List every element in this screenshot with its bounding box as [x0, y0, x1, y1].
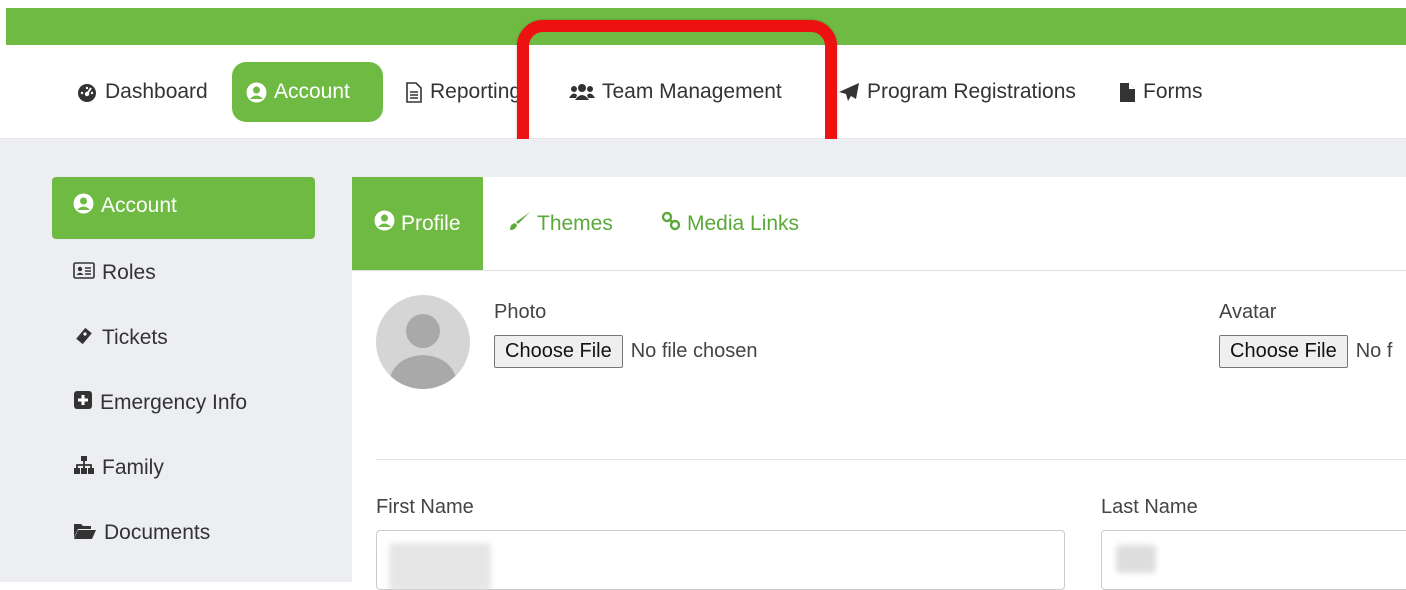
photo-choose-file-button[interactable]: Choose File [494, 335, 623, 368]
user-circle-icon [374, 210, 395, 237]
tab-label: Media Links [687, 211, 800, 235]
nav-item-program-registrations[interactable]: Program Registrations [824, 62, 1090, 122]
nav-item-reporting[interactable]: Reporting [391, 62, 535, 122]
tab-profile[interactable]: Profile [352, 177, 483, 270]
sidebar-item-label: Family [102, 456, 164, 479]
sidebar-item-family[interactable]: Family [52, 437, 315, 499]
sidebar-item-label: Documents [104, 521, 211, 544]
profile-tabs: Profile Themes Media Links [352, 177, 1406, 271]
last-name-label: Last Name [1101, 496, 1198, 518]
nav-item-label: Team Management [602, 80, 782, 103]
sidebar-item-tickets[interactable]: Tickets [52, 307, 315, 369]
dashboard-icon [76, 82, 98, 102]
tab-label: Profile [401, 211, 461, 235]
file-icon [1119, 82, 1136, 103]
sidebar-item-label: Emergency Info [100, 391, 248, 414]
section-divider [376, 459, 1406, 460]
nav-item-label: Program Registrations [867, 80, 1076, 103]
avatar-label: Avatar [1219, 301, 1277, 323]
tab-themes[interactable]: Themes [509, 177, 613, 270]
paint-brush-icon [509, 211, 531, 237]
nav-item-label: Reporting [430, 80, 522, 103]
nav-item-team-management[interactable]: Team Management [555, 62, 796, 122]
id-card-icon [73, 261, 95, 285]
redacted-value [1116, 545, 1156, 573]
sitemap-icon [73, 455, 95, 481]
photo-label: Photo [494, 301, 547, 323]
photo-file-status: No file chosen [630, 340, 758, 362]
photo-file-input: Choose File No file chosen [494, 335, 757, 368]
sidebar-item-label: Account [101, 194, 177, 217]
users-icon [569, 82, 595, 102]
paper-plane-icon [838, 82, 860, 102]
first-name-input[interactable] [376, 530, 1065, 590]
user-circle-icon [73, 193, 94, 220]
avatar-choose-file-button[interactable]: Choose File [1219, 335, 1348, 368]
nav-item-forms[interactable]: Forms [1105, 62, 1217, 122]
sidebar-item-emergency-info[interactable]: Emergency Info [52, 372, 315, 434]
plus-square-icon [73, 390, 93, 416]
nav-item-label: Forms [1143, 80, 1203, 103]
avatar-file-status: No f [1355, 340, 1393, 362]
tab-media-links[interactable]: Media Links [661, 177, 799, 270]
tab-label: Themes [537, 211, 613, 235]
sidebar-item-label: Roles [102, 261, 156, 284]
account-panel: Profile Themes Media Links Photo Choose … [352, 177, 1406, 590]
sidebar-item-roles[interactable]: Roles [52, 242, 315, 304]
sidebar-item-documents[interactable]: Documents [52, 502, 315, 564]
sidebar-item-account[interactable]: Account [52, 177, 315, 239]
document-icon [405, 81, 423, 103]
nav-item-dashboard[interactable]: Dashboard [62, 62, 222, 122]
nav-item-account[interactable]: Account [232, 62, 383, 122]
sidebar-item-label: Tickets [102, 326, 168, 349]
avatar-file-input: Choose File No f [1219, 335, 1392, 368]
profile-photo-placeholder [376, 295, 470, 389]
sidebar: Account Roles Tickets Emergency Info Fam… [52, 177, 315, 567]
link-icon [661, 211, 681, 237]
user-circle-icon [246, 82, 267, 103]
first-name-label: First Name [376, 496, 474, 518]
nav-item-label: Account [274, 80, 350, 103]
last-name-input[interactable] [1101, 530, 1406, 590]
ticket-icon [73, 325, 95, 351]
folder-open-icon [73, 521, 97, 546]
redacted-value [389, 543, 491, 589]
nav-item-label: Dashboard [105, 80, 208, 103]
